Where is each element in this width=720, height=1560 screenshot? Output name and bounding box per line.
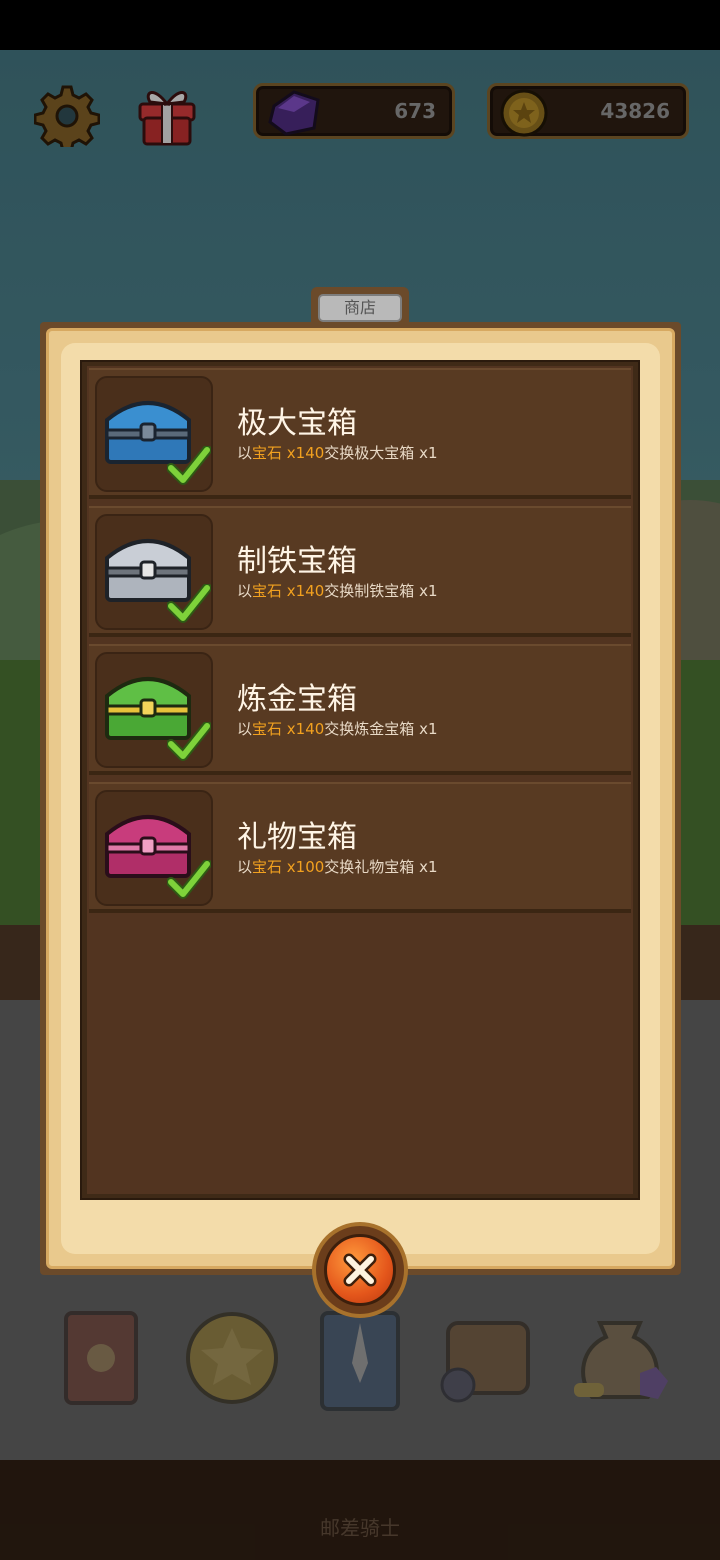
shop-item-row[interactable]: 极大宝箱 以宝石 x140交换极大宝箱 x1 — [89, 368, 631, 499]
purchased-check-icon — [166, 583, 212, 628]
shop-item-row[interactable]: 礼物宝箱 以宝石 x100交换礼物宝箱 x1 — [89, 782, 631, 913]
item-description: 以宝石 x140交换极大宝箱 x1 — [237, 444, 438, 462]
item-description: 以宝石 x140交换制铁宝箱 x1 — [237, 582, 438, 600]
status-bar — [0, 0, 720, 50]
item-name: 极大宝箱 — [237, 406, 357, 441]
shop-item-row[interactable]: 炼金宝箱 以宝石 x140交换炼金宝箱 x1 — [89, 644, 631, 775]
item-name: 炼金宝箱 — [237, 682, 357, 717]
purchased-check-icon — [166, 445, 212, 490]
item-name: 制铁宝箱 — [237, 544, 357, 579]
item-description: 以宝石 x140交换炼金宝箱 x1 — [237, 720, 438, 738]
shop-item-row[interactable]: 制铁宝箱 以宝石 x140交换制铁宝箱 x1 — [89, 506, 631, 637]
close-button[interactable] — [312, 1222, 408, 1318]
purchased-check-icon — [166, 859, 212, 904]
close-icon — [341, 1251, 379, 1293]
purchased-check-icon — [166, 721, 212, 766]
item-description: 以宝石 x100交换礼物宝箱 x1 — [237, 858, 438, 876]
item-name: 礼物宝箱 — [237, 820, 357, 855]
shop-title: 商店 — [318, 294, 402, 322]
